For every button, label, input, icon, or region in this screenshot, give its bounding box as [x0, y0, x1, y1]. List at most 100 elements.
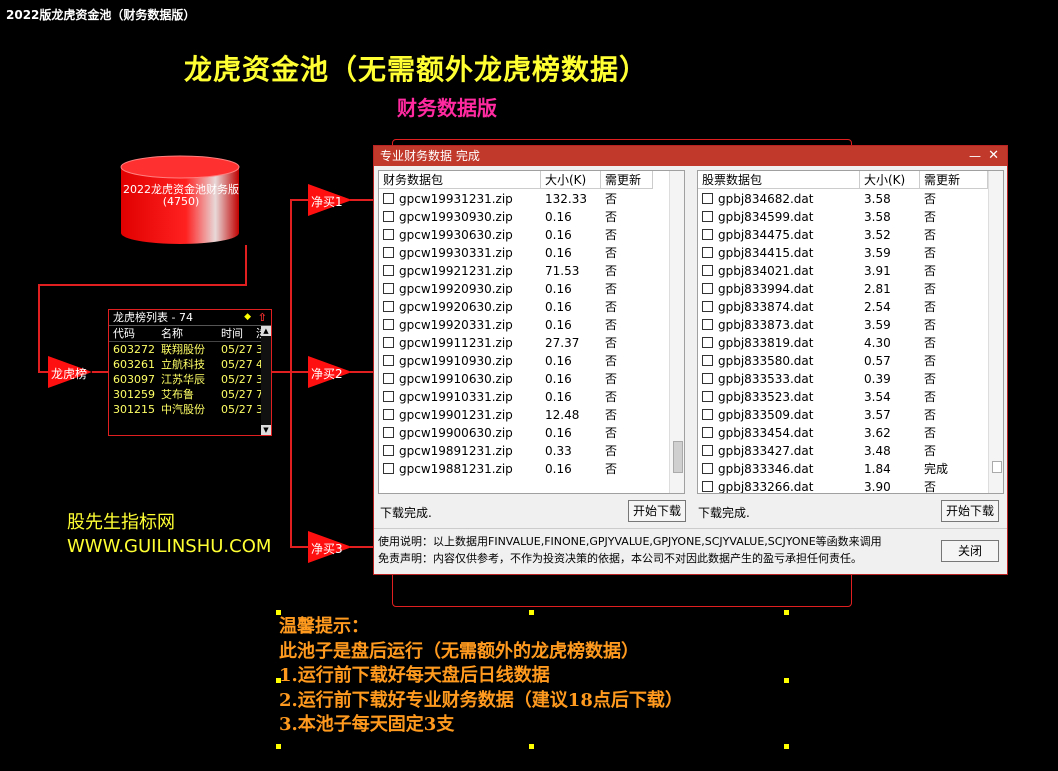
scroll-thumb[interactable]	[992, 461, 1002, 473]
finance-package-list[interactable]: 财务数据包 大小(K) 需更新 gpcw19931231.zip 132.33 否 g…	[378, 170, 685, 494]
column-header[interactable]: 时间	[221, 326, 243, 341]
selection-handle[interactable]	[276, 610, 281, 615]
selection-handle[interactable]	[276, 744, 281, 749]
row-checkbox[interactable]	[383, 373, 394, 384]
table-row[interactable]: gpcw19910630.zip 0.16 否	[379, 370, 669, 388]
row-checkbox[interactable]	[383, 337, 394, 348]
up-arrow-icon[interactable]: ⇧	[258, 310, 267, 325]
table-row[interactable]: gpcw19920630.zip 0.16 否	[379, 298, 669, 316]
list-item[interactable]: 301215 中汽股份 05/27 3	[109, 402, 271, 417]
row-checkbox[interactable]	[702, 373, 713, 384]
row-checkbox[interactable]	[702, 265, 713, 276]
row-checkbox[interactable]	[702, 337, 713, 348]
row-checkbox[interactable]	[383, 355, 394, 366]
selection-handle[interactable]	[529, 744, 534, 749]
row-checkbox[interactable]	[702, 355, 713, 366]
table-row[interactable]: gpbj833454.dat 3.62 否	[698, 424, 988, 442]
selection-handle[interactable]	[784, 744, 789, 749]
row-checkbox[interactable]	[383, 445, 394, 456]
row-checkbox[interactable]	[383, 427, 394, 438]
row-checkbox[interactable]	[702, 445, 713, 456]
column-header[interactable]: 代码	[113, 326, 135, 341]
list-item[interactable]: 301259 艾布鲁 05/27 7	[109, 387, 271, 402]
row-checkbox[interactable]	[702, 301, 713, 312]
table-row[interactable]: gpcw19920930.zip 0.16 否	[379, 280, 669, 298]
dialog-titlebar[interactable]: 专业财务数据 完成 — ✕	[374, 146, 1007, 166]
column-header[interactable]: 大小(K)	[541, 171, 601, 189]
row-checkbox[interactable]	[383, 319, 394, 330]
table-row[interactable]: gpcw19901231.zip 12.48 否	[379, 406, 669, 424]
scroll-thumb[interactable]	[673, 441, 683, 473]
table-row[interactable]: gpbj834682.dat 3.58 否	[698, 190, 988, 208]
minimize-icon[interactable]: —	[969, 146, 981, 166]
row-checkbox[interactable]	[383, 193, 394, 204]
table-row[interactable]: gpcw19910930.zip 0.16 否	[379, 352, 669, 370]
table-row[interactable]: gpbj834475.dat 3.52 否	[698, 226, 988, 244]
table-row[interactable]: gpcw19921231.zip 71.53 否	[379, 262, 669, 280]
row-checkbox[interactable]	[702, 319, 713, 330]
scrollbar[interactable]	[988, 171, 1003, 493]
table-row[interactable]: gpbj834021.dat 3.91 否	[698, 262, 988, 280]
column-header[interactable]: 需更新	[601, 171, 653, 189]
table-row[interactable]: gpbj833874.dat 2.54 否	[698, 298, 988, 316]
scroll-up-icon[interactable]: ▲	[261, 326, 271, 336]
table-row[interactable]: gpbj834415.dat 3.59 否	[698, 244, 988, 262]
table-row[interactable]: gpcw19930630.zip 0.16 否	[379, 226, 669, 244]
row-checkbox[interactable]	[383, 463, 394, 474]
longhu-list-scrollbar[interactable]: ▲ ▼	[261, 326, 271, 435]
row-checkbox[interactable]	[383, 265, 394, 276]
table-row[interactable]: gpcw19881231.zip 0.16 否	[379, 460, 669, 478]
selection-handle[interactable]	[276, 678, 281, 683]
table-row[interactable]: gpbj833346.dat 1.84 完成	[698, 460, 988, 478]
close-icon[interactable]: ✕	[988, 146, 999, 166]
left-start-download-button[interactable]: 开始下载	[628, 500, 686, 522]
stock-package-list[interactable]: 股票数据包 大小(K) 需更新 gpbj834682.dat 3.58 否 gpbj8…	[697, 170, 1004, 494]
table-row[interactable]: gpbj833580.dat 0.57 否	[698, 352, 988, 370]
right-start-download-button[interactable]: 开始下载	[941, 500, 999, 522]
table-row[interactable]: gpcw19920331.zip 0.16 否	[379, 316, 669, 334]
table-row[interactable]: gpbj833523.dat 3.54 否	[698, 388, 988, 406]
row-checkbox[interactable]	[702, 427, 713, 438]
row-checkbox[interactable]	[702, 283, 713, 294]
list-item[interactable]: 603097 江苏华辰 05/27 3	[109, 372, 271, 387]
table-row[interactable]: gpbj833873.dat 3.59 否	[698, 316, 988, 334]
row-checkbox[interactable]	[702, 481, 713, 492]
row-checkbox[interactable]	[702, 229, 713, 240]
row-checkbox[interactable]	[702, 247, 713, 258]
row-checkbox[interactable]	[383, 229, 394, 240]
selection-handle[interactable]	[784, 610, 789, 615]
finance-data-dialog[interactable]: 专业财务数据 完成 — ✕ 财务数据包 大小(K) 需更新 gpcw199312…	[373, 145, 1008, 575]
table-row[interactable]: gpcw19930331.zip 0.16 否	[379, 244, 669, 262]
row-checkbox[interactable]	[383, 247, 394, 258]
table-row[interactable]: gpbj833533.dat 0.39 否	[698, 370, 988, 388]
row-checkbox[interactable]	[383, 409, 394, 420]
row-checkbox[interactable]	[702, 211, 713, 222]
row-checkbox[interactable]	[383, 301, 394, 312]
selection-handle[interactable]	[529, 610, 534, 615]
scrollbar[interactable]	[669, 171, 684, 493]
longhu-list-panel[interactable]: 龙虎榜列表 - 74 ◆ ⇧ 代码 名称 时间 涉 603272 联翔股份 05…	[108, 309, 272, 436]
list-item[interactable]: 603272 联翔股份 05/27 3	[109, 342, 271, 357]
diamond-icon[interactable]: ◆	[244, 310, 251, 325]
brand-url[interactable]: WWW.GUILINSHU.COM	[67, 536, 271, 557]
row-checkbox[interactable]	[383, 283, 394, 294]
table-row[interactable]: gpcw19910331.zip 0.16 否	[379, 388, 669, 406]
table-row[interactable]: gpcw19931231.zip 132.33 否	[379, 190, 669, 208]
scroll-down-icon[interactable]: ▼	[261, 425, 271, 435]
table-row[interactable]: gpbj833819.dat 4.30 否	[698, 334, 988, 352]
row-checkbox[interactable]	[383, 391, 394, 402]
table-row[interactable]: gpbj833994.dat 2.81 否	[698, 280, 988, 298]
row-checkbox[interactable]	[702, 193, 713, 204]
table-row[interactable]: gpbj833509.dat 3.57 否	[698, 406, 988, 424]
row-checkbox[interactable]	[383, 211, 394, 222]
table-row[interactable]: gpcw19900630.zip 0.16 否	[379, 424, 669, 442]
table-row[interactable]: gpcw19891231.zip 0.33 否	[379, 442, 669, 460]
row-checkbox[interactable]	[702, 463, 713, 474]
column-header[interactable]: 财务数据包	[379, 171, 541, 189]
row-checkbox[interactable]	[702, 391, 713, 402]
table-row[interactable]: gpcw19911231.zip 27.37 否	[379, 334, 669, 352]
table-row[interactable]: gpcw19930930.zip 0.16 否	[379, 208, 669, 226]
column-header[interactable]: 名称	[161, 326, 183, 341]
table-row[interactable]: gpbj833266.dat 3.90 否	[698, 478, 988, 493]
selection-handle[interactable]	[784, 678, 789, 683]
